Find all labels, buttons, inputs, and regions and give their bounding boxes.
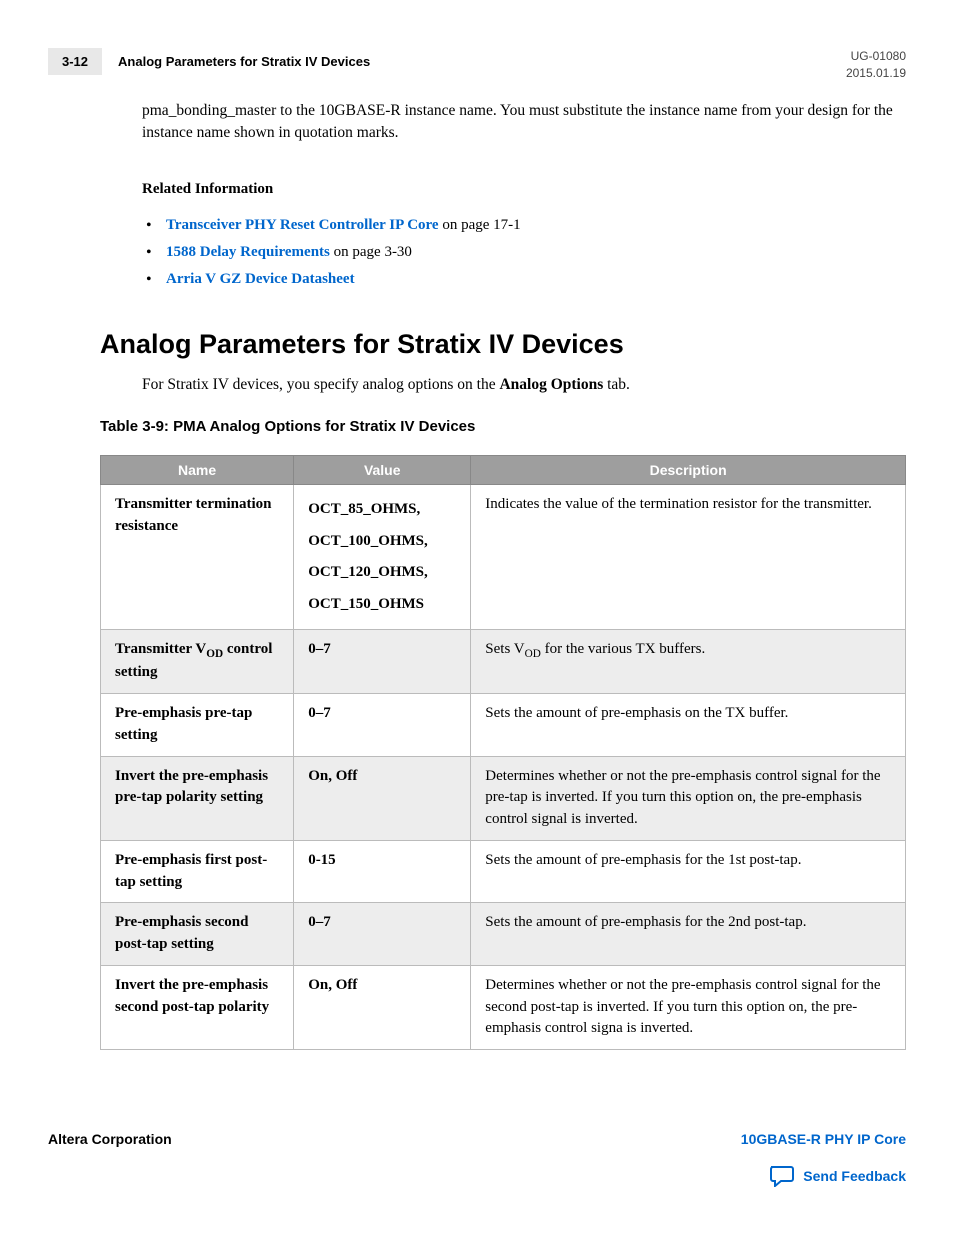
feedback-text[interactable]: Send Feedback [803,1168,906,1184]
related-item: Transceiver PHY Reset Controller IP Core… [142,212,906,239]
related-item: 1588 Delay Requirements on page 3-30 [142,239,906,266]
table-row: Transmitter termination resistanceOCT_85… [101,485,906,630]
table-row: Transmitter VOD control setting0–7Sets V… [101,630,906,694]
intro-pre: For Stratix IV devices, you specify anal… [142,376,499,393]
th-name: Name [101,456,294,485]
footer-left: Altera Corporation [48,1131,172,1147]
related-heading: Related Information [142,181,906,198]
cell-value: On, Off [294,756,471,840]
footer-right-link[interactable]: 10GBASE-R PHY IP Core [741,1131,906,1147]
related-list: Transceiver PHY Reset Controller IP Core… [142,212,906,293]
cell-value: 0–7 [294,694,471,757]
cell-name: Invert the pre-emphasis second post-tap … [101,965,294,1049]
cell-desc: Indicates the value of the termination r… [471,485,906,630]
related-link[interactable]: Transceiver PHY Reset Controller IP Core [166,217,439,233]
table-caption: Table 3-9: PMA Analog Options for Strati… [100,418,906,435]
intro-bold: Analog Options [499,376,603,393]
page-header: 3-12 Analog Parameters for Stratix IV De… [48,48,906,82]
related-suffix: on page 3-30 [330,244,412,260]
table-row: Pre-emphasis pre-tap setting0–7Sets the … [101,694,906,757]
cell-desc: Determines whether or not the pre-emphas… [471,756,906,840]
related-link[interactable]: 1588 Delay Requirements [166,244,330,260]
cell-name: Pre-emphasis second post-tap setting [101,903,294,966]
related-link[interactable]: Arria V GZ Device Datasheet [166,271,355,287]
table-row: Invert the pre-emphasis second post-tap … [101,965,906,1049]
cell-value: On, Off [294,965,471,1049]
cell-value: OCT_85_OHMS,OCT_100_OHMS,OCT_120_OHMS,OC… [294,485,471,630]
th-desc: Description [471,456,906,485]
cell-desc: Determines whether or not the pre-emphas… [471,965,906,1049]
cell-name: Transmitter termination resistance [101,485,294,630]
header-left: 3-12 Analog Parameters for Stratix IV De… [48,48,370,75]
related-item: Arria V GZ Device Datasheet [142,266,906,293]
cell-value: 0–7 [294,903,471,966]
th-value: Value [294,456,471,485]
table-row: Pre-emphasis first post-tap setting0-15S… [101,840,906,903]
header-title: Analog Parameters for Stratix IV Devices [118,54,370,69]
cell-value: 0-15 [294,840,471,903]
table-row: Invert the pre-emphasis pre-tap polarity… [101,756,906,840]
section-intro: For Stratix IV devices, you specify anal… [142,374,906,396]
cell-name: Pre-emphasis pre-tap setting [101,694,294,757]
related-suffix: on page 17-1 [439,217,521,233]
cell-desc: Sets the amount of pre-emphasis for the … [471,840,906,903]
cell-desc: Sets VOD for the various TX buffers. [471,630,906,694]
intro-post: tab. [603,376,630,393]
cell-name: Invert the pre-emphasis pre-tap polarity… [101,756,294,840]
pma-options-table: Name Value Description Transmitter termi… [100,455,906,1050]
header-right: UG-01080 2015.01.19 [846,48,906,82]
page-number: 3-12 [48,48,102,75]
cell-name: Transmitter VOD control setting [101,630,294,694]
cell-desc: Sets the amount of pre-emphasis on the T… [471,694,906,757]
section-heading: Analog Parameters for Stratix IV Devices [100,329,906,360]
cell-name: Pre-emphasis first post-tap setting [101,840,294,903]
doc-id: UG-01080 [846,48,906,65]
page-footer: Altera Corporation 10GBASE-R PHY IP Core… [48,1131,906,1187]
doc-date: 2015.01.19 [846,65,906,82]
feedback[interactable]: Send Feedback [48,1165,906,1187]
cell-value: 0–7 [294,630,471,694]
cell-desc: Sets the amount of pre-emphasis for the … [471,903,906,966]
feedback-icon [769,1165,795,1187]
table-row: Pre-emphasis second post-tap setting0–7S… [101,903,906,966]
top-paragraph: pma_bonding_master to the 10GBASE-R inst… [142,100,906,145]
